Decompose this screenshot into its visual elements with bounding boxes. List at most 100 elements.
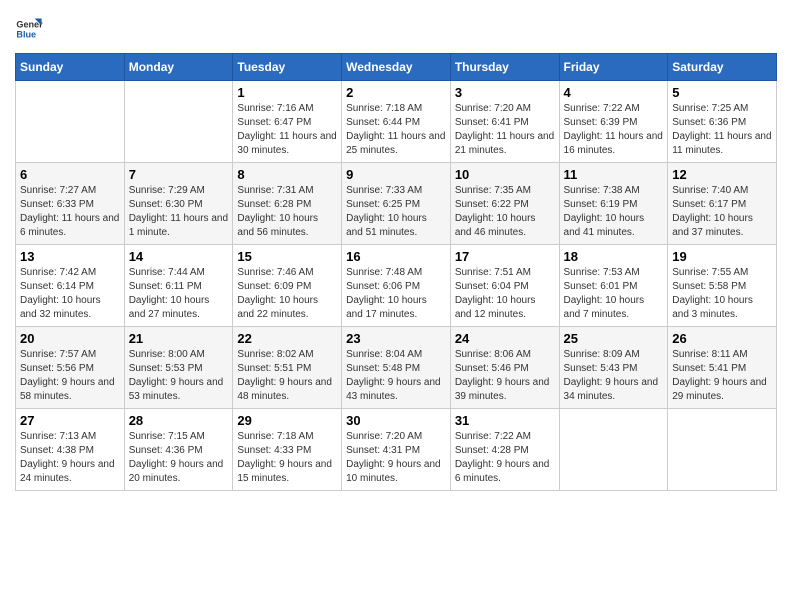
calendar-cell: 25 Sunrise: 8:09 AM Sunset: 5:43 PM Dayli… [559, 327, 668, 409]
calendar-cell: 19 Sunrise: 7:55 AM Sunset: 5:58 PM Dayli… [668, 245, 777, 327]
calendar-cell: 18 Sunrise: 7:53 AM Sunset: 6:01 PM Dayli… [559, 245, 668, 327]
day-info: Sunrise: 8:09 AM Sunset: 5:43 PM Dayligh… [564, 348, 664, 404]
day-number: 4 [564, 85, 664, 100]
day-number: 18 [564, 249, 664, 264]
calendar-cell: 20 Sunrise: 7:57 AM Sunset: 5:56 PM Dayli… [16, 327, 125, 409]
day-info: Sunrise: 8:04 AM Sunset: 5:48 PM Dayligh… [346, 348, 446, 404]
logo-icon: General Blue [15, 15, 43, 43]
column-header-saturday: Saturday [668, 54, 777, 81]
calendar-cell: 4 Sunrise: 7:22 AM Sunset: 6:39 PM Daylig… [559, 81, 668, 163]
calendar-cell [16, 81, 125, 163]
calendar-cell: 30 Sunrise: 7:20 AM Sunset: 4:31 PM Dayli… [342, 409, 451, 491]
day-number: 31 [455, 413, 555, 428]
day-number: 25 [564, 331, 664, 346]
day-number: 29 [237, 413, 337, 428]
day-number: 27 [20, 413, 120, 428]
day-number: 22 [237, 331, 337, 346]
day-number: 9 [346, 167, 446, 182]
calendar-cell: 11Sunrise: 7:38 AM Sunset: 6:19 PM Dayli… [559, 163, 668, 245]
calendar-cell: 6 Sunrise: 7:27 AM Sunset: 6:33 PM Daylig… [16, 163, 125, 245]
day-info: Sunrise: 7:27 AM Sunset: 6:33 PM Dayligh… [20, 184, 120, 240]
day-number: 28 [129, 413, 229, 428]
calendar-cell: 15 Sunrise: 7:46 AM Sunset: 6:09 PM Dayli… [233, 245, 342, 327]
day-info: Sunrise: 7:33 AM Sunset: 6:25 PM Dayligh… [346, 184, 446, 240]
calendar-cell: 22 Sunrise: 8:02 AM Sunset: 5:51 PM Dayli… [233, 327, 342, 409]
day-number: 20 [20, 331, 120, 346]
day-info: Sunrise: 7:18 AM Sunset: 4:33 PM Dayligh… [237, 430, 337, 486]
day-number: 6 [20, 167, 120, 182]
calendar-header-row: SundayMondayTuesdayWednesdayThursdayFrid… [16, 54, 777, 81]
calendar-cell: 2Sunrise: 7:18 AM Sunset: 6:44 PM Daylig… [342, 81, 451, 163]
day-info: Sunrise: 7:25 AM Sunset: 6:36 PM Dayligh… [672, 102, 772, 158]
calendar-cell: 9 Sunrise: 7:33 AM Sunset: 6:25 PM Daylig… [342, 163, 451, 245]
day-info: Sunrise: 7:15 AM Sunset: 4:36 PM Dayligh… [129, 430, 229, 486]
day-info: Sunrise: 8:06 AM Sunset: 5:46 PM Dayligh… [455, 348, 555, 404]
day-number: 12 [672, 167, 772, 182]
calendar-cell [124, 81, 233, 163]
day-info: Sunrise: 7:46 AM Sunset: 6:09 PM Dayligh… [237, 266, 337, 322]
day-number: 1 [237, 85, 337, 100]
day-info: Sunrise: 7:22 AM Sunset: 6:39 PM Dayligh… [564, 102, 664, 158]
day-info: Sunrise: 7:31 AM Sunset: 6:28 PM Dayligh… [237, 184, 337, 240]
calendar-cell: 10Sunrise: 7:35 AM Sunset: 6:22 PM Dayli… [450, 163, 559, 245]
calendar-cell: 16 Sunrise: 7:48 AM Sunset: 6:06 PM Dayli… [342, 245, 451, 327]
day-info: Sunrise: 7:20 AM Sunset: 4:31 PM Dayligh… [346, 430, 446, 486]
calendar-cell: 24 Sunrise: 8:06 AM Sunset: 5:46 PM Dayli… [450, 327, 559, 409]
day-info: Sunrise: 7:20 AM Sunset: 6:41 PM Dayligh… [455, 102, 555, 158]
calendar-cell: 13Sunrise: 7:42 AM Sunset: 6:14 PM Dayli… [16, 245, 125, 327]
column-header-tuesday: Tuesday [233, 54, 342, 81]
calendar-week-row: 6 Sunrise: 7:27 AM Sunset: 6:33 PM Daylig… [16, 163, 777, 245]
day-number: 21 [129, 331, 229, 346]
calendar-cell: 23 Sunrise: 8:04 AM Sunset: 5:48 PM Dayli… [342, 327, 451, 409]
day-number: 16 [346, 249, 446, 264]
calendar-cell: 7Sunrise: 7:29 AM Sunset: 6:30 PM Daylig… [124, 163, 233, 245]
logo: General Blue [15, 15, 43, 43]
day-number: 30 [346, 413, 446, 428]
calendar-week-row: 20 Sunrise: 7:57 AM Sunset: 5:56 PM Dayli… [16, 327, 777, 409]
column-header-monday: Monday [124, 54, 233, 81]
day-number: 15 [237, 249, 337, 264]
day-info: Sunrise: 7:53 AM Sunset: 6:01 PM Dayligh… [564, 266, 664, 322]
page-header: General Blue [15, 15, 777, 43]
day-number: 23 [346, 331, 446, 346]
column-header-sunday: Sunday [16, 54, 125, 81]
day-info: Sunrise: 8:11 AM Sunset: 5:41 PM Dayligh… [672, 348, 772, 404]
calendar-cell: 31 Sunrise: 7:22 AM Sunset: 4:28 PM Dayli… [450, 409, 559, 491]
day-info: Sunrise: 7:48 AM Sunset: 6:06 PM Dayligh… [346, 266, 446, 322]
calendar-cell: 12 Sunrise: 7:40 AM Sunset: 6:17 PM Dayli… [668, 163, 777, 245]
day-info: Sunrise: 7:38 AM Sunset: 6:19 PM Dayligh… [564, 184, 664, 240]
calendar-week-row: 1 Sunrise: 7:16 AM Sunset: 6:47 PM Daylig… [16, 81, 777, 163]
column-header-thursday: Thursday [450, 54, 559, 81]
svg-text:Blue: Blue [16, 29, 36, 39]
column-header-friday: Friday [559, 54, 668, 81]
calendar-week-row: 27Sunrise: 7:13 AM Sunset: 4:38 PM Dayli… [16, 409, 777, 491]
day-info: Sunrise: 7:44 AM Sunset: 6:11 PM Dayligh… [129, 266, 229, 322]
day-info: Sunrise: 7:51 AM Sunset: 6:04 PM Dayligh… [455, 266, 555, 322]
calendar-cell [559, 409, 668, 491]
column-header-wednesday: Wednesday [342, 54, 451, 81]
calendar-cell: 1 Sunrise: 7:16 AM Sunset: 6:47 PM Daylig… [233, 81, 342, 163]
day-info: Sunrise: 8:02 AM Sunset: 5:51 PM Dayligh… [237, 348, 337, 404]
day-info: Sunrise: 7:40 AM Sunset: 6:17 PM Dayligh… [672, 184, 772, 240]
day-number: 10 [455, 167, 555, 182]
day-number: 14 [129, 249, 229, 264]
day-number: 24 [455, 331, 555, 346]
day-number: 7 [129, 167, 229, 182]
calendar-cell: 21Sunrise: 8:00 AM Sunset: 5:53 PM Dayli… [124, 327, 233, 409]
day-info: Sunrise: 7:16 AM Sunset: 6:47 PM Dayligh… [237, 102, 337, 158]
day-number: 17 [455, 249, 555, 264]
day-info: Sunrise: 7:55 AM Sunset: 5:58 PM Dayligh… [672, 266, 772, 322]
day-number: 13 [20, 249, 120, 264]
day-number: 19 [672, 249, 772, 264]
day-info: Sunrise: 7:57 AM Sunset: 5:56 PM Dayligh… [20, 348, 120, 404]
calendar-cell: 28 Sunrise: 7:15 AM Sunset: 4:36 PM Dayli… [124, 409, 233, 491]
calendar-cell: 3Sunrise: 7:20 AM Sunset: 6:41 PM Daylig… [450, 81, 559, 163]
day-number: 8 [237, 167, 337, 182]
calendar-cell: 27Sunrise: 7:13 AM Sunset: 4:38 PM Dayli… [16, 409, 125, 491]
day-info: Sunrise: 7:22 AM Sunset: 4:28 PM Dayligh… [455, 430, 555, 486]
day-number: 2 [346, 85, 446, 100]
calendar-body: 1 Sunrise: 7:16 AM Sunset: 6:47 PM Daylig… [16, 81, 777, 491]
calendar-cell: 8 Sunrise: 7:31 AM Sunset: 6:28 PM Daylig… [233, 163, 342, 245]
calendar-cell: 14 Sunrise: 7:44 AM Sunset: 6:11 PM Dayli… [124, 245, 233, 327]
calendar-week-row: 13Sunrise: 7:42 AM Sunset: 6:14 PM Dayli… [16, 245, 777, 327]
